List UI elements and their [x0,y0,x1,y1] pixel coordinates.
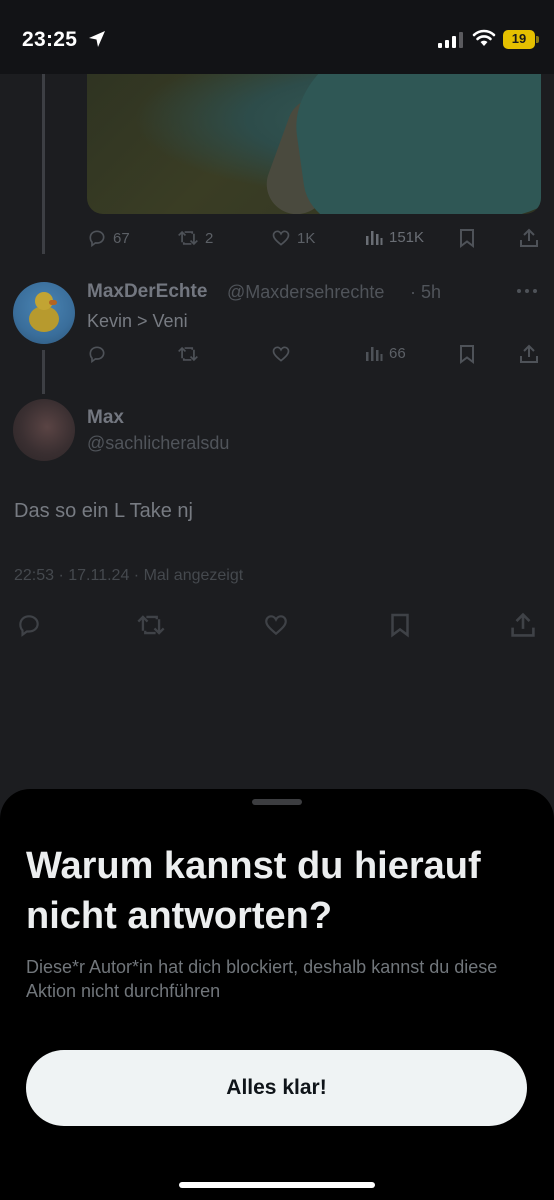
reply-icon [89,346,105,364]
bookmark-action[interactable] [390,612,410,638]
focused-tweet-meta: 22:53 · 17.11.24 · Mal angezeigt [14,567,244,584]
sheet-title: Warum kannst du hierauf nicht antworten? [26,845,481,937]
confirm-button[interactable]: Alles klar! [26,1050,527,1126]
view-count: 151K [389,228,425,246]
like-count: 1K [297,229,316,247]
retweet-icon [178,346,198,362]
retweet-icon [137,615,165,635]
like-action[interactable] [262,612,290,638]
bookmark-icon [391,613,409,638]
focused-display-name[interactable]: Max [87,407,124,429]
reply-display-name[interactable]: MaxDerEchte [87,281,207,303]
battery-level: 19 [511,31,527,46]
like-action[interactable] [271,344,291,364]
reply-handle[interactable]: @Maxdersehrechte [227,282,384,303]
bookmark-action[interactable] [459,228,475,248]
share-action[interactable] [519,228,539,248]
avatar[interactable] [13,282,75,344]
share-icon [511,612,535,637]
sheet-message: Diese*r Autor*in hat dich blockiert, des… [26,957,498,1001]
like-action[interactable]: 1K [271,228,315,248]
reply-action[interactable] [16,612,42,638]
reply-timestamp: · 5h [410,282,442,302]
reply-tweet-actions: 66 [87,344,539,368]
more-icon[interactable] [516,287,538,295]
views-icon [366,347,383,361]
battery-cap [536,36,539,43]
avatar[interactable] [13,399,75,461]
wifi-icon [472,29,496,46]
reply-text: Kevin > Veni [87,311,188,331]
duck-beak [49,300,57,305]
view-count: 66 [389,344,406,362]
retweet-icon [178,230,198,246]
thread-connector-line [42,74,45,254]
reply-icon [19,615,39,637]
focused-tweet-actions [14,612,539,638]
blocked-info-sheet: Warum kannst du hierauf nicht antworten?… [0,789,554,1200]
tweet-media-image[interactable] [87,56,541,214]
views-icon [366,231,383,245]
focused-handle[interactable]: @sachlicheralsdu [87,433,229,454]
home-indicator[interactable] [179,1182,375,1188]
like-icon [265,615,287,636]
status-time: 23:25 [22,28,78,51]
retweet-action[interactable] [136,612,166,638]
bookmark-icon [460,345,474,364]
parent-tweet-actions: 67 2 1K 151K [87,228,539,252]
signal-icon [438,32,463,48]
retweet-action[interactable]: 2 [177,228,213,248]
share-icon [520,344,538,363]
reply-count: 67 [113,229,130,247]
media-shirt-shape [284,56,541,214]
status-bar: 23:25 19 [0,0,554,74]
bookmark-icon [460,229,474,248]
views-action[interactable]: 151K [365,228,424,246]
battery-icon: 19 [503,30,535,49]
share-icon [520,228,538,247]
retweet-count: 2 [205,229,214,247]
share-action[interactable] [510,612,536,638]
retweet-action[interactable] [177,344,199,364]
reply-action[interactable] [87,344,107,364]
like-icon [272,230,290,246]
sheet-grabber[interactable] [252,799,302,805]
reply-action[interactable]: 67 [87,228,130,248]
bookmark-action[interactable] [459,344,475,364]
thread-connector-line [42,350,45,394]
reply-icon [89,230,105,248]
like-icon [272,346,290,362]
focused-tweet-text: Das so ein L Take nj [14,500,193,522]
location-arrow-icon [89,31,105,47]
share-action[interactable] [519,344,539,364]
views-action[interactable]: 66 [365,344,406,362]
